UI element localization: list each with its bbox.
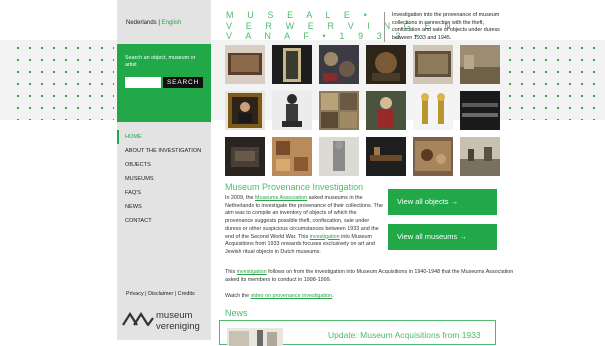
gallery-thumb[interactable] (225, 91, 265, 130)
sidebar: Nederlands | English Search an object, m… (117, 0, 211, 340)
nav-item-news[interactable]: NEWS (117, 200, 211, 214)
nav-item-objects[interactable]: OBJECTS (117, 158, 211, 172)
search-panel: Search an object, museum or artist SEARC… (117, 44, 211, 122)
section-title-news: News (225, 308, 248, 318)
gallery-thumb[interactable] (460, 45, 500, 84)
section-title-about: Museum Provenance Investigation (225, 182, 364, 192)
news-headline[interactable]: Update: Museum Acquisitions from 1933 (328, 330, 481, 340)
language-switcher: Nederlands | English (126, 20, 181, 26)
gallery-thumb[interactable] (460, 137, 500, 176)
followup-text-2: follows on from the investigation into M… (225, 269, 514, 283)
view-all-objects-button[interactable]: View all objects → (388, 189, 497, 215)
intro-text: Investigation into the provenance of mus… (384, 12, 506, 42)
nav-item-faqs[interactable]: FAQ'S (117, 186, 211, 200)
lang-en-link[interactable]: English (162, 20, 182, 26)
logo-mark-icon (122, 312, 154, 326)
news-thumbnail (227, 328, 283, 346)
gallery-thumb[interactable] (413, 137, 453, 176)
nav-item-contact[interactable]: CONTACT (117, 214, 211, 228)
gallery-thumb[interactable] (413, 91, 453, 130)
gallery-thumb[interactable] (366, 45, 406, 84)
about-paragraph: In 2009, the Museums Association asked m… (225, 195, 383, 257)
search-hint: Search an object, museum or artist (125, 55, 196, 68)
gallery-thumb[interactable] (272, 137, 312, 176)
followup-text-1: This (225, 269, 237, 275)
video-link[interactable]: video on provenance investigation (251, 293, 333, 299)
search-input[interactable] (125, 77, 161, 88)
watch-text: Watch the (225, 293, 251, 299)
view-all-museums-button[interactable]: View all museums → (388, 224, 497, 250)
gallery-thumb[interactable] (272, 91, 312, 130)
followup-paragraph: This investigation follows on from the i… (225, 268, 515, 284)
nav-item-museums[interactable]: MUSEUMS (117, 172, 211, 186)
gallery-thumb[interactable] (366, 91, 406, 130)
footer-links: Privacy | Disclaimer | Credits (126, 291, 195, 297)
decorative-dots-left (8, 40, 114, 120)
gallery-thumb[interactable] (460, 91, 500, 130)
nav-item-home[interactable]: HOME (117, 130, 211, 144)
disclaimer-link[interactable]: Disclaimer (148, 291, 173, 297)
gallery-thumb[interactable] (319, 45, 359, 84)
investigation-link[interactable]: investigation (310, 234, 340, 240)
gallery-thumb[interactable] (319, 91, 359, 130)
watch-period: . (332, 293, 334, 299)
logo-word-museum: museum (156, 310, 193, 321)
gallery-thumb[interactable] (319, 137, 359, 176)
search-button[interactable]: SEARCH (163, 77, 203, 88)
logo-word-vereniging: vereniging (156, 321, 200, 332)
about-text-1: In 2009, the (225, 195, 255, 201)
watch-video-line: Watch the video on provenance investigat… (225, 293, 334, 299)
decorative-dots-right (500, 40, 605, 120)
museums-association-link[interactable]: Museums Association (255, 195, 307, 201)
main-nav: HOME ABOUT THE INVESTIGATION OBJECTS MUS… (117, 130, 211, 228)
gallery-thumb[interactable] (366, 137, 406, 176)
lang-nl-link[interactable]: Nederlands (126, 20, 157, 26)
nav-item-about[interactable]: ABOUT THE INVESTIGATION (117, 144, 211, 158)
gallery-thumb[interactable] (272, 45, 312, 84)
privacy-link[interactable]: Privacy (126, 291, 144, 297)
gallery-thumb[interactable] (225, 45, 265, 84)
followup-investigation-link[interactable]: investigation (237, 269, 267, 275)
museumvereniging-logo[interactable]: museum vereniging (122, 308, 208, 334)
object-gallery (225, 45, 500, 177)
gallery-thumb[interactable] (413, 45, 453, 84)
credits-link[interactable]: Credits (178, 291, 195, 297)
gallery-thumb[interactable] (225, 137, 265, 176)
news-card[interactable]: Update: Museum Acquisitions from 1933 (219, 320, 496, 346)
